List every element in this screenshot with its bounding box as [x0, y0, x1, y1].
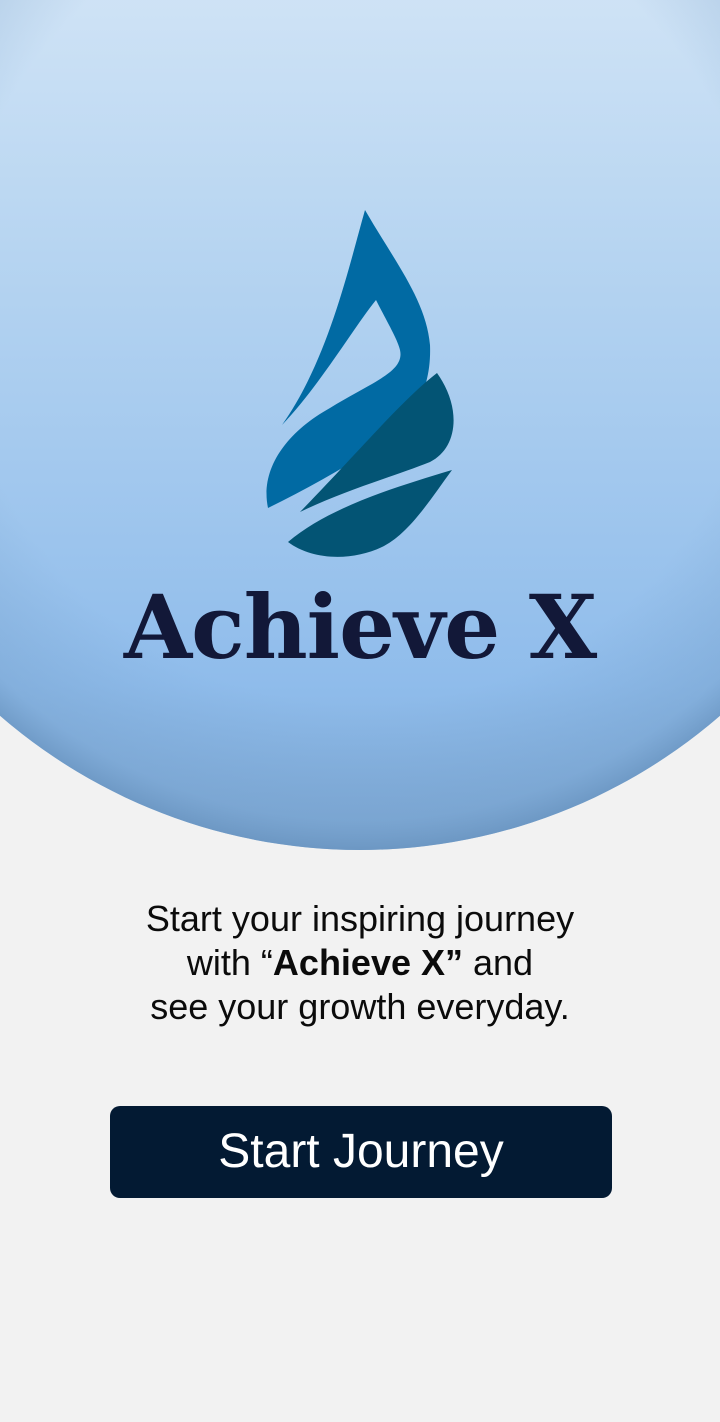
tagline-text: Start your inspiring journey with “Achie… — [60, 897, 660, 1029]
tagline-line-3: see your growth everyday. — [150, 986, 570, 1027]
tagline-brand-highlight: Achieve X” — [272, 942, 464, 983]
tagline-line-2-prefix: with “ — [186, 942, 273, 983]
tagline-line-1: Start your inspiring journey — [145, 898, 575, 939]
start-journey-button[interactable]: Start Journey — [110, 1106, 612, 1198]
hero-section: Achieve X — [0, 0, 720, 850]
water-drop-leaves-icon — [266, 210, 454, 557]
brand-wordmark: Achieve X — [123, 575, 597, 679]
tagline-line-2-suffix: and — [463, 942, 534, 983]
tagline-line-2: with “Achieve X” and — [60, 941, 660, 985]
